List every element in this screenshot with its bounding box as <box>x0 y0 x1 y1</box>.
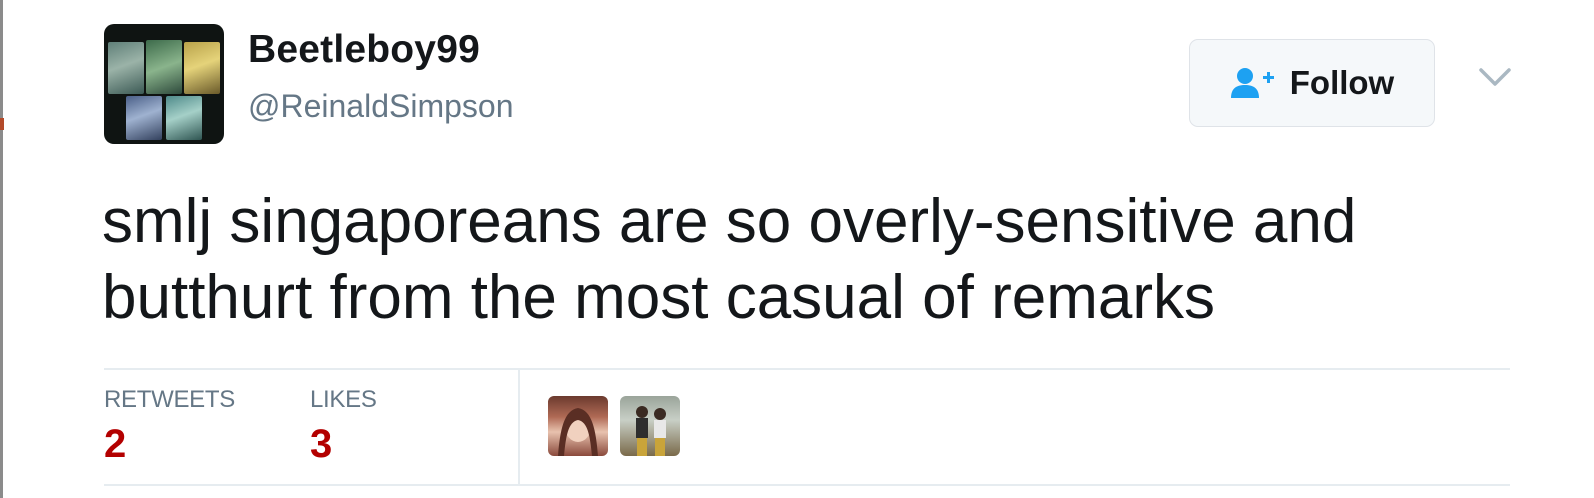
avatar-card-5 <box>166 96 202 140</box>
add-user-icon <box>1230 68 1274 98</box>
liker-avatar-1[interactable] <box>548 396 608 456</box>
display-name[interactable]: Beetleboy99 <box>248 28 480 72</box>
follow-button[interactable]: Follow <box>1189 39 1435 127</box>
avatar-card-1 <box>108 42 144 94</box>
avatar-card-3 <box>184 42 220 94</box>
window-edge-mark <box>0 118 4 130</box>
screen-name[interactable]: @ReinaldSimpson <box>248 88 514 125</box>
retweets-stat[interactable]: RETWEETS 2 <box>104 386 235 467</box>
stats-top-divider <box>104 368 1510 370</box>
tweet-text-line-2: butthurt from the most casual of remarks <box>102 263 1215 332</box>
likes-stat[interactable]: LIKES 3 <box>310 386 377 467</box>
likes-label: LIKES <box>310 386 377 413</box>
stats-vertical-divider <box>518 369 520 485</box>
avatar-card-4 <box>126 96 162 140</box>
liker-avatar-2-people <box>636 406 666 456</box>
liker-avatar-2[interactable] <box>620 396 680 456</box>
follow-label: Follow <box>1289 64 1395 101</box>
tweet-text: smlj singaporeans are so overly-sensitiv… <box>102 184 1522 336</box>
tweet-text-line-1: smlj singaporeans are so overly-sensitiv… <box>102 187 1357 256</box>
user-avatar[interactable] <box>104 24 224 144</box>
retweets-count: 2 <box>104 422 127 466</box>
likes-count: 3 <box>310 422 333 466</box>
avatar-card-2 <box>146 40 182 94</box>
window-edge <box>0 0 3 498</box>
liker-avatar-1-face <box>558 408 598 456</box>
retweets-label: RETWEETS <box>104 386 235 413</box>
stats-bottom-divider <box>104 484 1510 486</box>
chevron-down-icon[interactable] <box>1478 66 1512 88</box>
